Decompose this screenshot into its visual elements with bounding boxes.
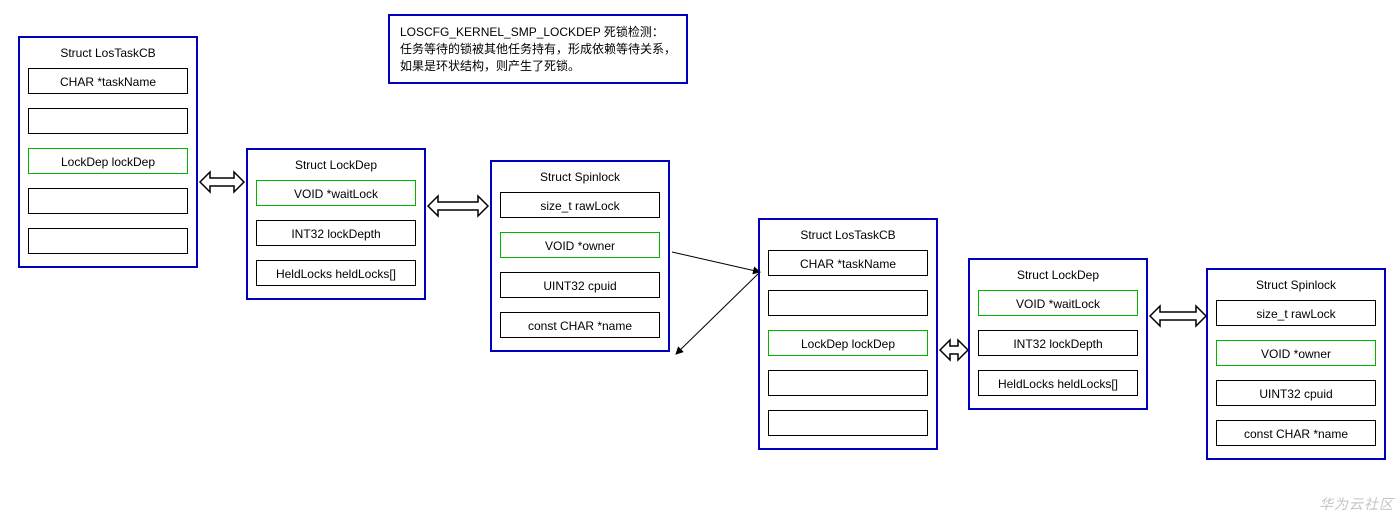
struct-title: Struct Spinlock	[500, 170, 660, 184]
note-line1: LOSCFG_KERNEL_SMP_LOCKDEP 死锁检测：	[400, 24, 676, 41]
field-waitlock: VOID *waitLock	[256, 180, 416, 206]
double-arrow-icon	[200, 172, 244, 192]
field-empty	[28, 188, 188, 214]
field-owner: VOID *owner	[1216, 340, 1376, 366]
field-taskname: CHAR *taskName	[28, 68, 188, 94]
field-cpuid: UINT32 cpuid	[1216, 380, 1376, 406]
struct-lockdep-1: Struct LockDep VOID *waitLock INT32 lock…	[246, 148, 426, 300]
struct-title: Struct LosTaskCB	[28, 46, 188, 60]
field-waitlock: VOID *waitLock	[978, 290, 1138, 316]
struct-lockdep-2: Struct LockDep VOID *waitLock INT32 lock…	[968, 258, 1148, 410]
struct-title: Struct LosTaskCB	[768, 228, 928, 242]
struct-title: Struct LockDep	[978, 268, 1138, 282]
double-arrow-icon	[1150, 306, 1206, 326]
field-cpuid: UINT32 cpuid	[500, 272, 660, 298]
struct-lostaskcb-2: Struct LosTaskCB CHAR *taskName LockDep …	[758, 218, 938, 450]
note-line2: 任务等待的锁被其他任务持有，形成依赖等待关系，如果是环状结构，则产生了死锁。	[400, 41, 676, 75]
field-lockdep: LockDep lockDep	[28, 148, 188, 174]
watermark: 华为云社区	[1319, 494, 1394, 514]
field-empty	[768, 410, 928, 436]
field-lockdep: LockDep lockDep	[768, 330, 928, 356]
struct-title: Struct LockDep	[256, 158, 416, 172]
double-arrow-icon	[428, 196, 488, 216]
field-rawlock: size_t rawLock	[500, 192, 660, 218]
field-heldlocks: HeldLocks heldLocks[]	[978, 370, 1138, 396]
field-heldlocks: HeldLocks heldLocks[]	[256, 260, 416, 286]
double-arrow-icon	[940, 340, 968, 360]
field-owner: VOID *owner	[500, 232, 660, 258]
note-box: LOSCFG_KERNEL_SMP_LOCKDEP 死锁检测： 任务等待的锁被其…	[388, 14, 688, 84]
field-empty	[768, 370, 928, 396]
connectors-overlay	[0, 0, 1400, 516]
field-empty	[768, 290, 928, 316]
struct-spinlock-2: Struct Spinlock size_t rawLock VOID *own…	[1206, 268, 1386, 460]
field-empty	[28, 228, 188, 254]
struct-title: Struct Spinlock	[1216, 278, 1376, 292]
field-taskname: CHAR *taskName	[768, 250, 928, 276]
struct-lostaskcb-1: Struct LosTaskCB CHAR *taskName LockDep …	[18, 36, 198, 268]
struct-spinlock-1: Struct Spinlock size_t rawLock VOID *own…	[490, 160, 670, 352]
field-empty	[28, 108, 188, 134]
field-lockdepth: INT32 lockDepth	[978, 330, 1138, 356]
field-name: const CHAR *name	[1216, 420, 1376, 446]
field-name: const CHAR *name	[500, 312, 660, 338]
field-rawlock: size_t rawLock	[1216, 300, 1376, 326]
field-lockdepth: INT32 lockDepth	[256, 220, 416, 246]
arrow-line	[676, 272, 760, 354]
arrow-line	[672, 252, 760, 272]
